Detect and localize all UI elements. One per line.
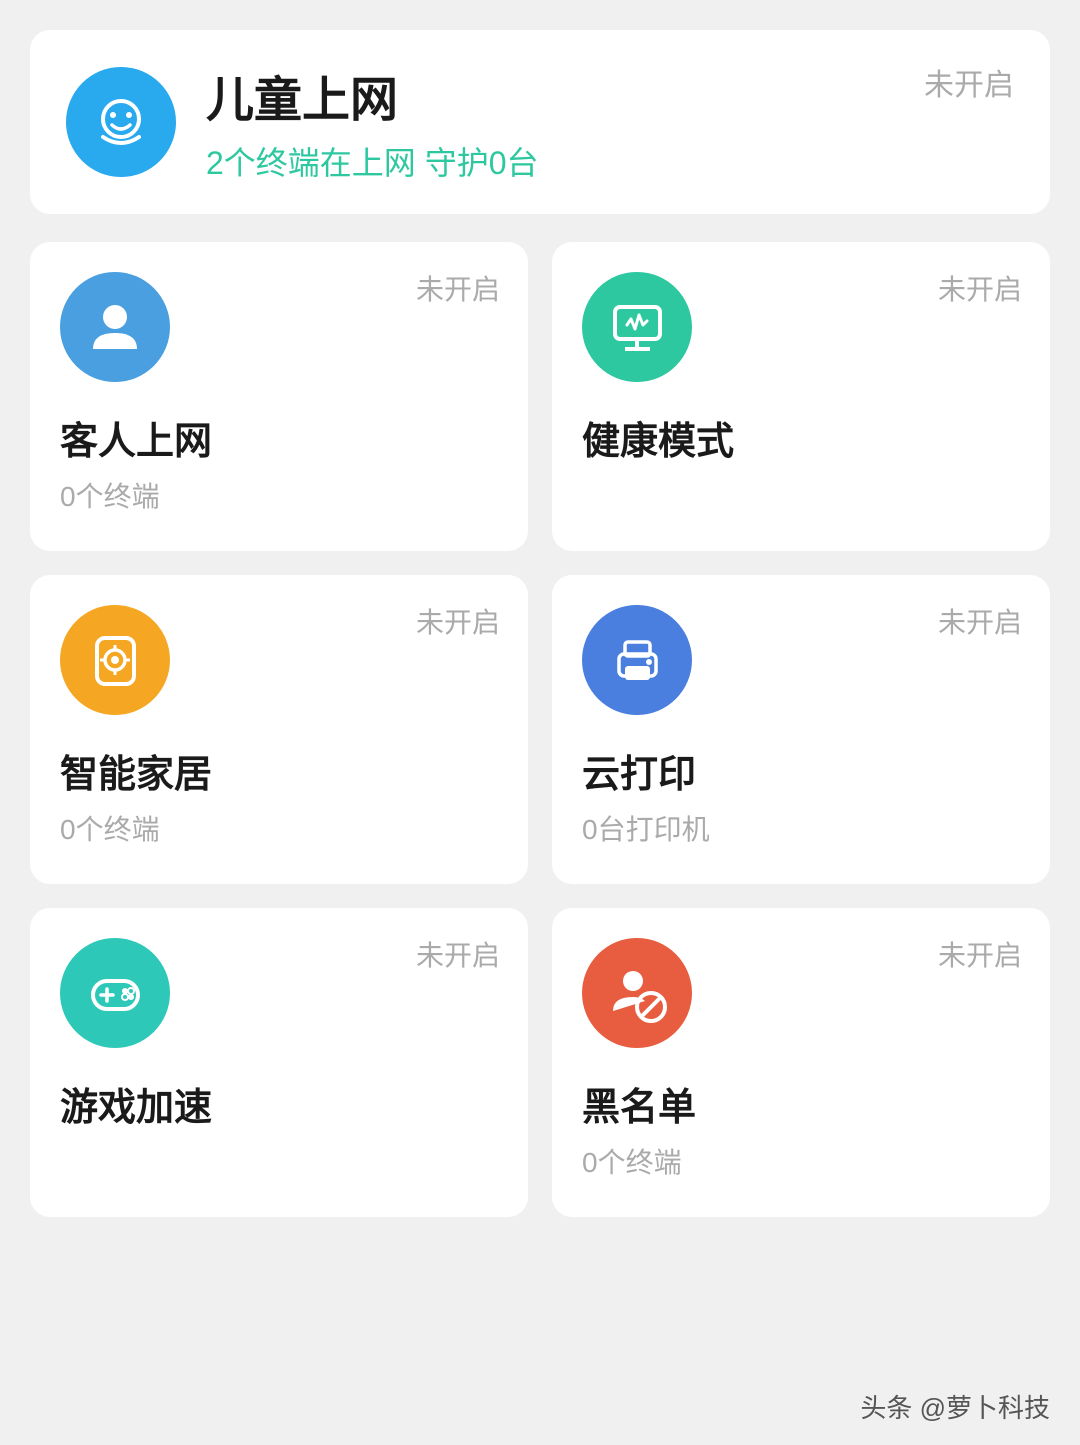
health-card[interactable]: 未开启 健康模式: [552, 242, 1050, 551]
smarthome-status: 未开启: [416, 601, 500, 641]
blacklist-card[interactable]: 未开启 黑名单 0个终端: [552, 908, 1050, 1217]
health-icon: [582, 272, 692, 382]
blacklist-status: 未开启: [938, 934, 1022, 974]
gameaccel-icon: [60, 938, 170, 1048]
children-internet-info: 儿童上网 2个终端在上网 守护0台: [206, 60, 1014, 184]
cloudprint-card[interactable]: 未开启 云打印 0台打印机: [552, 575, 1050, 884]
health-status: 未开启: [938, 268, 1022, 308]
guest-card[interactable]: 未开启 客人上网 0个终端: [30, 242, 528, 551]
gameaccel-card[interactable]: 未开启 游戏加速: [30, 908, 528, 1217]
blacklist-title: 黑名单: [582, 1076, 1020, 1131]
cloudprint-desc: 0台打印机: [582, 808, 1020, 848]
cloudprint-icon: [582, 605, 692, 715]
smarthome-icon: [60, 605, 170, 715]
gameaccel-status: 未开启: [416, 934, 500, 974]
smarthome-card[interactable]: 未开启 智能家居 0个终端: [30, 575, 528, 884]
guest-status: 未开启: [416, 268, 500, 308]
smarthome-desc: 0个终端: [60, 808, 498, 848]
gameaccel-title: 游戏加速: [60, 1076, 498, 1131]
guest-desc: 0个终端: [60, 475, 498, 515]
smarthome-title: 智能家居: [60, 743, 498, 798]
guest-icon: [60, 272, 170, 382]
blacklist-icon: [582, 938, 692, 1048]
children-internet-status: 未开启: [924, 60, 1014, 104]
children-internet-title: 儿童上网: [206, 60, 1014, 130]
cloudprint-status: 未开启: [938, 601, 1022, 641]
children-internet-subtitle: 2个终端在上网 守护0台: [206, 138, 1014, 184]
feature-grid: 未开启 客人上网 0个终端 未开启 健康模式 未开启: [30, 242, 1050, 1217]
watermark: 头条 @萝卜科技: [860, 1388, 1050, 1425]
blacklist-desc: 0个终端: [582, 1141, 1020, 1181]
health-title: 健康模式: [582, 410, 1020, 465]
guest-title: 客人上网: [60, 410, 498, 465]
children-internet-card[interactable]: 儿童上网 2个终端在上网 守护0台 未开启: [30, 30, 1050, 214]
children-internet-icon: [66, 67, 176, 177]
cloudprint-title: 云打印: [582, 743, 1020, 798]
